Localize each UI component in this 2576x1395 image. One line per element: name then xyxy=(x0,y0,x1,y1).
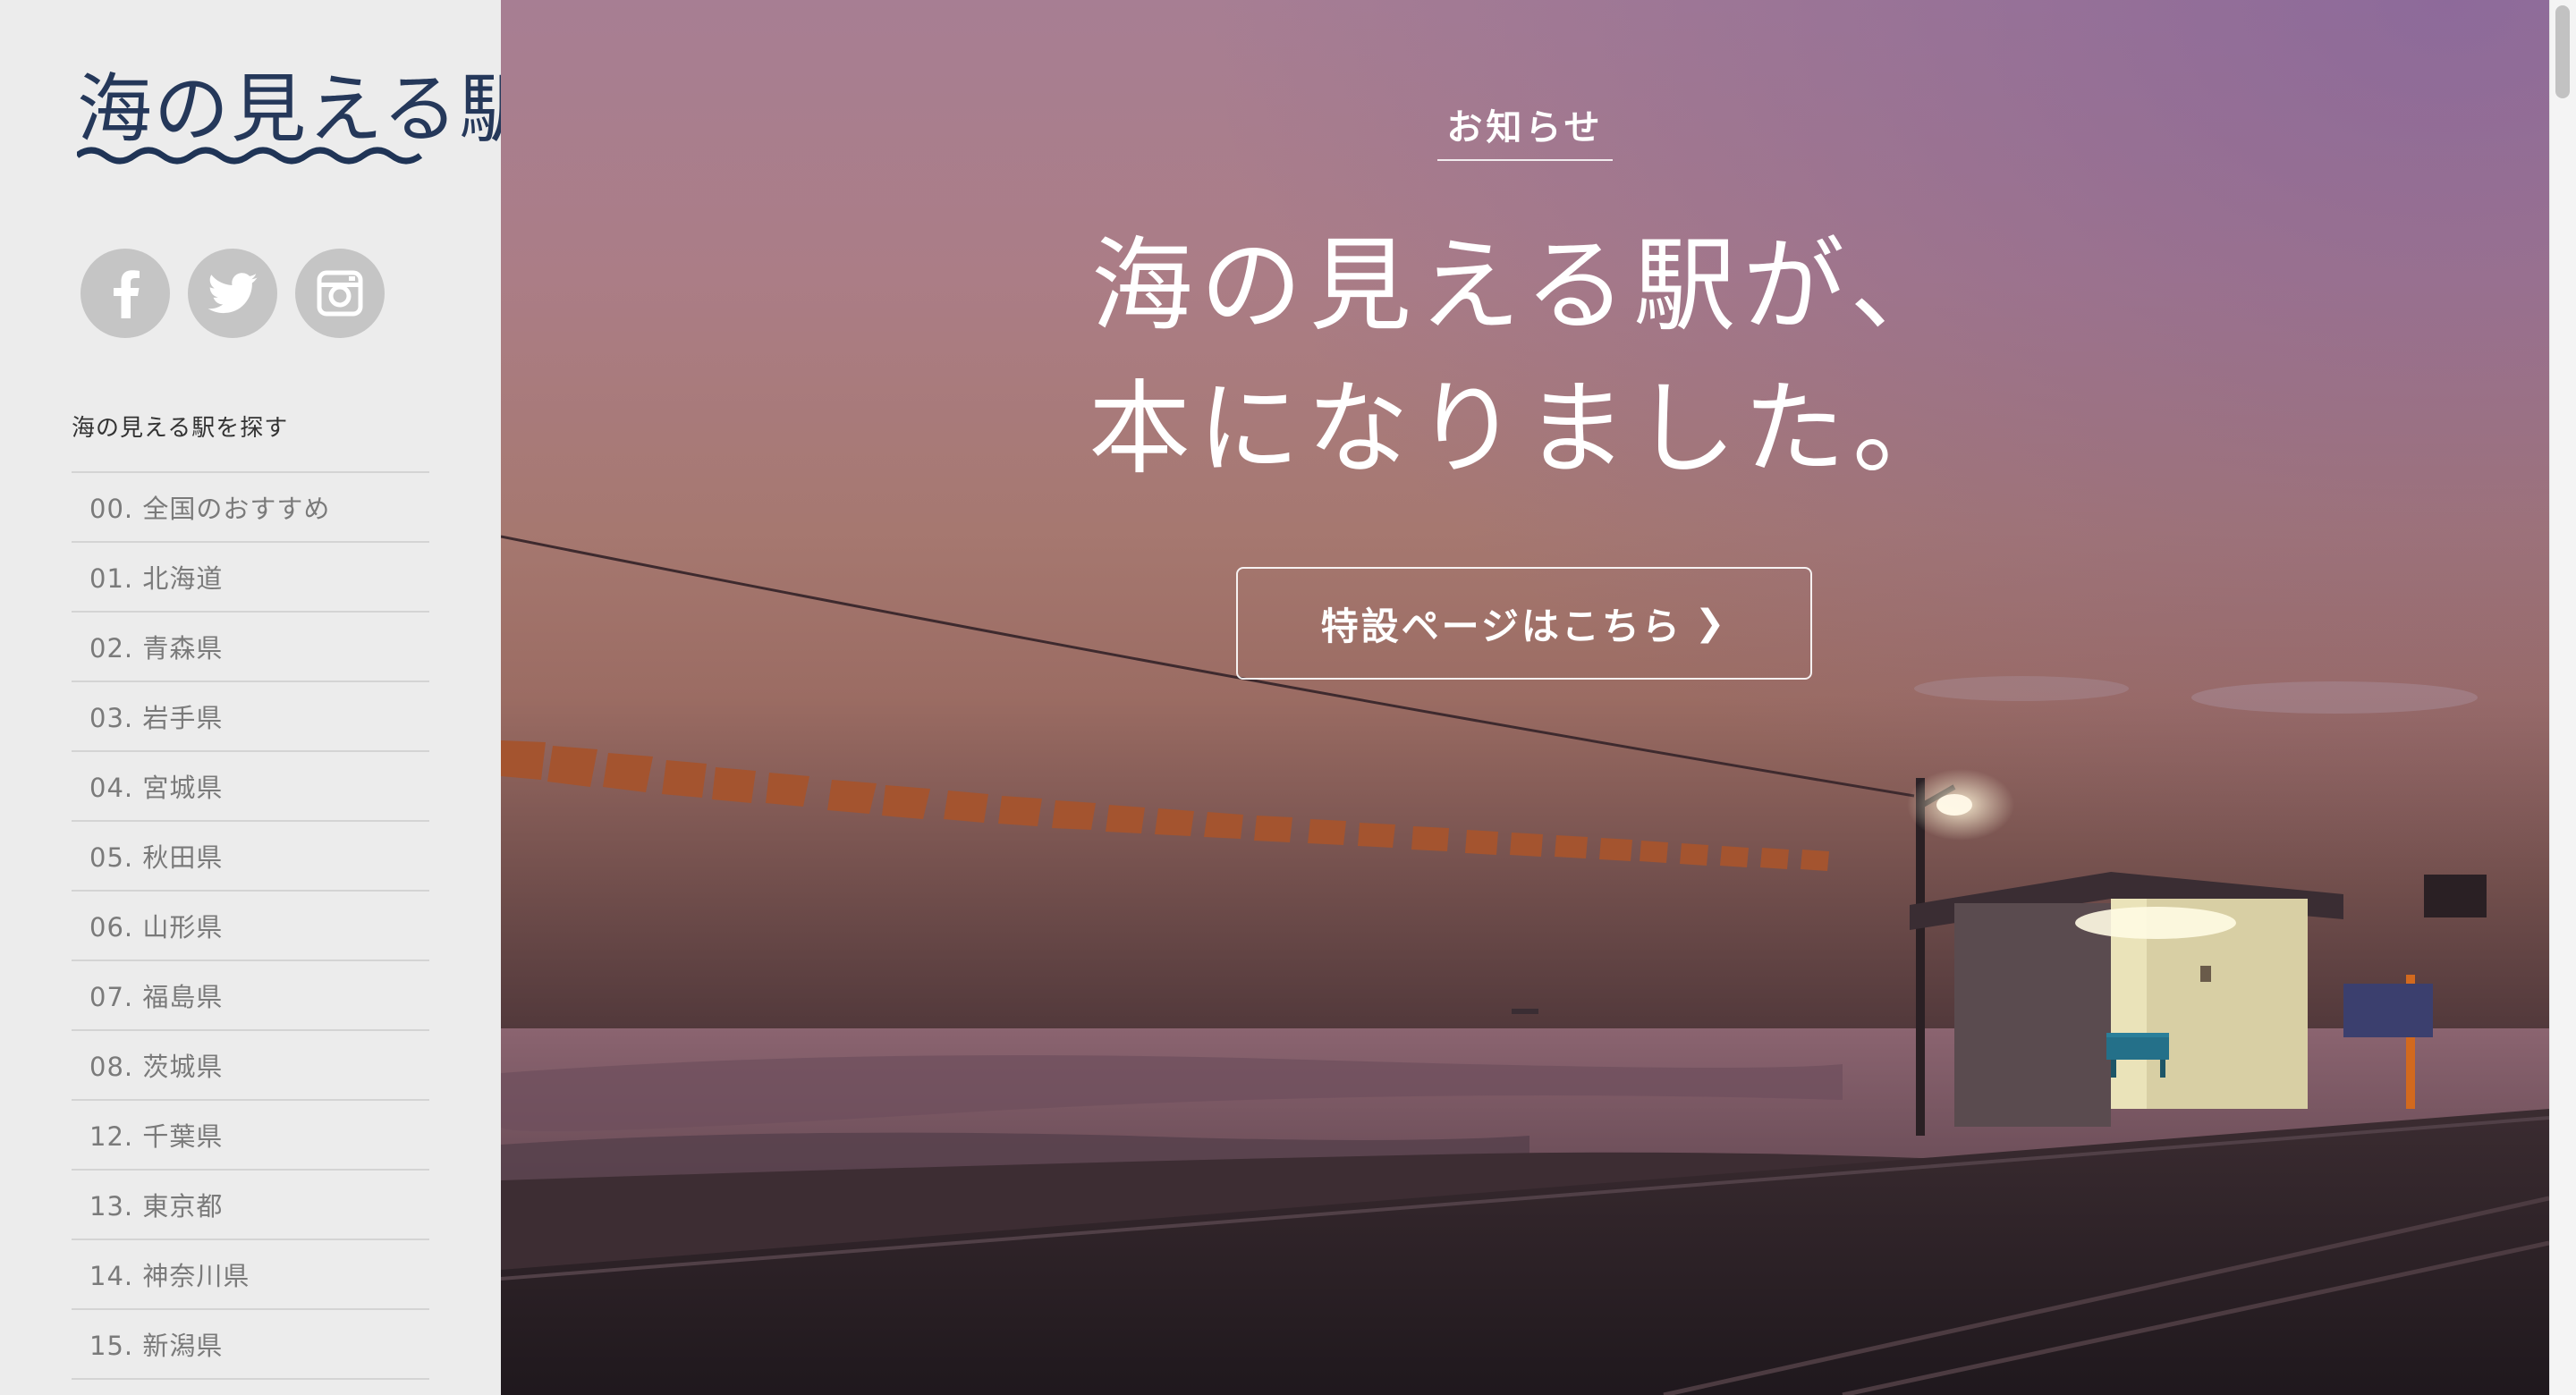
notice-text: お知らせ xyxy=(1437,98,1613,161)
scrollbar-thumb[interactable] xyxy=(2555,5,2570,98)
logo-text: 海の見える駅 xyxy=(77,65,501,153)
prefecture-nav: 00. 全国のおすすめ 01. 北海道 02. 青森県 03. 岩手県 04. … xyxy=(72,471,429,1380)
nav-item-07[interactable]: 07. 福島県 xyxy=(72,961,429,1031)
twitter-icon xyxy=(208,273,258,314)
headline-line-2: 本になりました。 xyxy=(1088,369,1962,488)
nav-item-04[interactable]: 04. 宮城県 xyxy=(72,752,429,822)
social-links xyxy=(80,249,385,338)
cta-label: 特設ページはこちら xyxy=(1320,604,1682,648)
page-scrollbar[interactable] xyxy=(2549,0,2576,1395)
twitter-button[interactable] xyxy=(188,249,277,338)
facebook-button[interactable] xyxy=(80,249,170,338)
nav-item-12[interactable]: 12. 千葉県 xyxy=(72,1101,429,1171)
nav-item-01[interactable]: 01. 北海道 xyxy=(72,543,429,613)
site-logo[interactable]: 海の見える駅 xyxy=(72,64,501,172)
nav-item-02[interactable]: 02. 青森県 xyxy=(72,613,429,682)
nav-item-13[interactable]: 13. 東京都 xyxy=(72,1171,429,1240)
logo-wave-icon xyxy=(77,147,423,165)
special-page-button[interactable]: 特設ページはこちら ❯ xyxy=(1236,567,1812,680)
nav-item-06[interactable]: 06. 山形県 xyxy=(72,892,429,961)
nav-item-14[interactable]: 14. 神奈川県 xyxy=(72,1240,429,1310)
hero-banner: お知らせ 海の見える駅が、 本になりました。 特設ページはこちら ❯ xyxy=(501,0,2549,1395)
nav-item-15[interactable]: 15. 新潟県 xyxy=(72,1310,429,1380)
nav-item-03[interactable]: 03. 岩手県 xyxy=(72,682,429,752)
instagram-button[interactable] xyxy=(295,249,385,338)
headline-line-1: 海の見える駅が、 xyxy=(1090,226,1960,345)
chevron-right-icon: ❯ xyxy=(1694,603,1728,644)
notice-label: お知らせ xyxy=(501,98,2549,161)
nav-item-05[interactable]: 05. 秋田県 xyxy=(72,822,429,892)
nav-item-08[interactable]: 08. 茨城県 xyxy=(72,1031,429,1101)
nav-item-00[interactable]: 00. 全国のおすすめ xyxy=(72,473,429,543)
instagram-icon xyxy=(317,270,363,317)
hero-headline: 海の見える駅が、 本になりました。 xyxy=(501,215,2549,501)
sidebar: 海の見える駅 海の見える駅を探す 00. 全国のおすすめ 01. 北海道 02.… xyxy=(0,0,501,1395)
nav-heading: 海の見える駅を探す xyxy=(72,415,289,442)
facebook-icon xyxy=(114,270,140,318)
hero-tint xyxy=(501,0,2549,1395)
